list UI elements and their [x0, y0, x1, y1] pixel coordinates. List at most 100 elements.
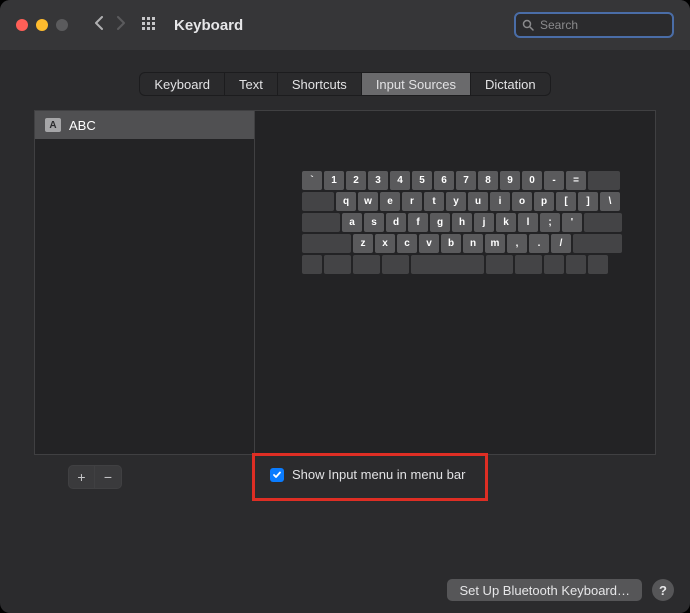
- key: x: [375, 234, 395, 253]
- window-title: Keyboard: [174, 17, 243, 34]
- input-source-label: ABC: [69, 118, 96, 133]
- key: o: [512, 192, 532, 211]
- key: j: [474, 213, 494, 232]
- tab-dictation[interactable]: Dictation: [471, 73, 550, 95]
- key: z: [353, 234, 373, 253]
- modifier-key: [515, 255, 542, 274]
- key: 0: [522, 171, 542, 190]
- key: l: [518, 213, 538, 232]
- tab-shortcuts[interactable]: Shortcuts: [278, 73, 362, 95]
- modifier-key: [302, 255, 322, 274]
- forward-button: [110, 16, 132, 35]
- key: a: [342, 213, 362, 232]
- tab-input-sources[interactable]: Input Sources: [362, 73, 471, 95]
- key: \: [600, 192, 620, 211]
- bottom-bar: Set Up Bluetooth Keyboard… ?: [447, 579, 674, 601]
- key: 3: [368, 171, 388, 190]
- key: e: [380, 192, 400, 211]
- key: d: [386, 213, 406, 232]
- traffic-lights: [16, 19, 68, 31]
- modifier-key: [302, 234, 351, 253]
- show-input-menu-label: Show Input menu in menu bar: [292, 467, 465, 482]
- key: f: [408, 213, 428, 232]
- key: 9: [500, 171, 520, 190]
- key: 1: [324, 171, 344, 190]
- input-sources-list[interactable]: A ABC: [35, 111, 255, 454]
- input-source-item[interactable]: A ABC: [35, 111, 254, 139]
- key: u: [468, 192, 488, 211]
- key: p: [534, 192, 554, 211]
- key: /: [551, 234, 571, 253]
- show-all-icon[interactable]: [142, 17, 158, 33]
- tab-bar: KeyboardTextShortcutsInput SourcesDictat…: [0, 50, 690, 110]
- modifier-key: [573, 234, 622, 253]
- key: 4: [390, 171, 410, 190]
- modifier-key: [486, 255, 513, 274]
- setup-bluetooth-button[interactable]: Set Up Bluetooth Keyboard…: [447, 579, 642, 601]
- lang-badge-icon: A: [45, 118, 61, 132]
- back-button[interactable]: [88, 16, 110, 35]
- modifier-key: [302, 192, 334, 211]
- key: .: [529, 234, 549, 253]
- key: 6: [434, 171, 454, 190]
- key: [: [556, 192, 576, 211]
- key: i: [490, 192, 510, 211]
- keyboard-layout: `1234567890-=qwertyuiop[]\asdfghjkl;'zxc…: [302, 171, 608, 454]
- modifier-key: [588, 171, 620, 190]
- panel-footer: + − Show Input menu in menu bar: [34, 455, 656, 489]
- keyboard-preview: `1234567890-= qwertyuiop[]\ asdfghjkl;' zxc…: [255, 111, 655, 454]
- key: ;: [540, 213, 560, 232]
- spacebar-key: [411, 255, 484, 274]
- close-window-icon[interactable]: [16, 19, 28, 31]
- key: 8: [478, 171, 498, 190]
- add-remove-control: + −: [68, 465, 122, 489]
- tab-keyboard[interactable]: Keyboard: [140, 73, 225, 95]
- key: h: [452, 213, 472, 232]
- modifier-key: [382, 255, 409, 274]
- modifier-key: [353, 255, 380, 274]
- key: 5: [412, 171, 432, 190]
- key: k: [496, 213, 516, 232]
- modifier-key: [588, 255, 608, 274]
- key: r: [402, 192, 422, 211]
- key: c: [397, 234, 417, 253]
- titlebar: Keyboard: [0, 0, 690, 50]
- key: 2: [346, 171, 366, 190]
- tab-text[interactable]: Text: [225, 73, 278, 95]
- key: y: [446, 192, 466, 211]
- help-button[interactable]: ?: [652, 579, 674, 601]
- key: ]: [578, 192, 598, 211]
- input-sources-panel: A ABC `1234567890-= qwertyuiop[]\ asdfghjk…: [34, 110, 656, 455]
- key: -: [544, 171, 564, 190]
- key: ': [562, 213, 582, 232]
- search-field[interactable]: [514, 12, 674, 38]
- modifier-key: [302, 213, 340, 232]
- key: g: [430, 213, 450, 232]
- key: t: [424, 192, 444, 211]
- preferences-window: { "titlebar": { "title": "Keyboard", "se…: [0, 0, 690, 613]
- key: =: [566, 171, 586, 190]
- show-input-menu-checkbox[interactable]: [270, 468, 284, 482]
- key: v: [419, 234, 439, 253]
- key: n: [463, 234, 483, 253]
- key: `: [302, 171, 322, 190]
- content-area: A ABC `1234567890-= qwertyuiop[]\ asdfghjk…: [0, 110, 690, 489]
- search-icon: [522, 19, 534, 31]
- key: b: [441, 234, 461, 253]
- modifier-key: [566, 255, 586, 274]
- key: ,: [507, 234, 527, 253]
- key: 7: [456, 171, 476, 190]
- add-source-button[interactable]: +: [69, 466, 95, 488]
- minimize-window-icon[interactable]: [36, 19, 48, 31]
- remove-source-button[interactable]: −: [95, 466, 121, 488]
- key: s: [364, 213, 384, 232]
- zoom-window-icon: [56, 19, 68, 31]
- show-input-menu-row: Show Input menu in menu bar: [256, 455, 479, 494]
- key: w: [358, 192, 378, 211]
- modifier-key: [324, 255, 351, 274]
- modifier-key: [584, 213, 622, 232]
- search-input[interactable]: [540, 18, 690, 32]
- modifier-key: [544, 255, 564, 274]
- key: m: [485, 234, 505, 253]
- key: q: [336, 192, 356, 211]
